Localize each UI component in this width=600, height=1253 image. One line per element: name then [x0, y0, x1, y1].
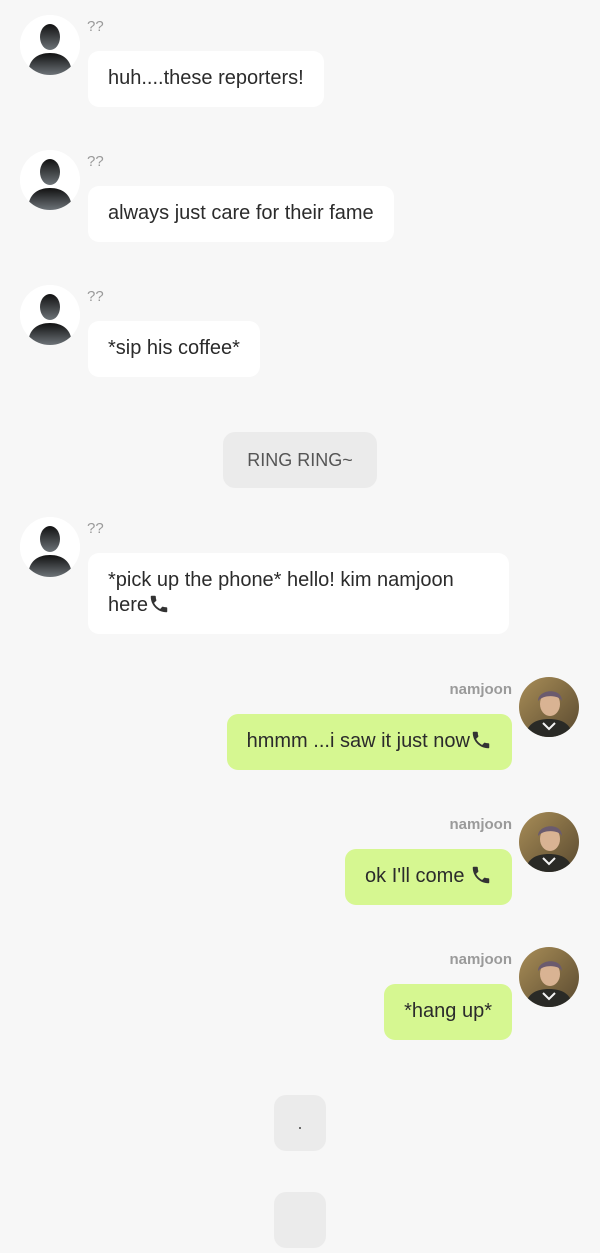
profile-photo[interactable]	[519, 947, 579, 1007]
message-text: always just care for their fame	[108, 202, 374, 224]
system-message: .	[0, 1095, 600, 1151]
silhouette-avatar-icon[interactable]	[20, 285, 80, 345]
profile-photo[interactable]	[519, 677, 579, 737]
sender-name: ??	[87, 153, 104, 170]
sender-name: namjoon	[449, 951, 513, 968]
message-bubble[interactable]: *sip his coffee*	[88, 321, 260, 377]
system-message	[0, 1192, 600, 1253]
message-bubble[interactable]: ok I'll come	[345, 849, 512, 905]
system-bubble: RING RING~	[223, 432, 377, 488]
silhouette-avatar-icon[interactable]	[20, 15, 80, 75]
system-bubble	[274, 1192, 326, 1248]
message-bubble[interactable]: hmmm ...i saw it just now	[226, 714, 512, 770]
silhouette-avatar-icon[interactable]	[20, 150, 80, 210]
system-bubble: .	[274, 1095, 326, 1151]
chat-thread[interactable]: ?? huh....these reporters! ?? always jus…	[0, 0, 600, 1248]
message-text: hmmm ...i saw it just now	[246, 730, 470, 752]
sender-name: ??	[87, 18, 104, 35]
telephone-receiver-icon	[472, 731, 490, 749]
system-message: RING RING~	[0, 432, 600, 488]
sender-name: ??	[87, 520, 104, 537]
message-text: ok I'll come	[365, 865, 470, 887]
profile-photo[interactable]	[519, 812, 579, 872]
message-bubble[interactable]: huh....these reporters!	[88, 51, 324, 107]
telephone-receiver-icon	[472, 866, 490, 884]
sender-name: namjoon	[449, 816, 513, 833]
message-bubble[interactable]: *hang up*	[384, 984, 512, 1040]
sender-name: ??	[87, 288, 104, 305]
silhouette-avatar-icon[interactable]	[20, 517, 80, 577]
telephone-receiver-icon	[150, 595, 168, 613]
message-text: huh....these reporters!	[108, 67, 304, 89]
message-bubble[interactable]: *pick up the phone* hello! kim namjoon h…	[88, 553, 509, 634]
message-text: *sip his coffee*	[108, 337, 240, 359]
sender-name: namjoon	[449, 681, 513, 698]
message-text: *hang up*	[404, 1000, 492, 1022]
message-bubble[interactable]: always just care for their fame	[88, 186, 394, 242]
